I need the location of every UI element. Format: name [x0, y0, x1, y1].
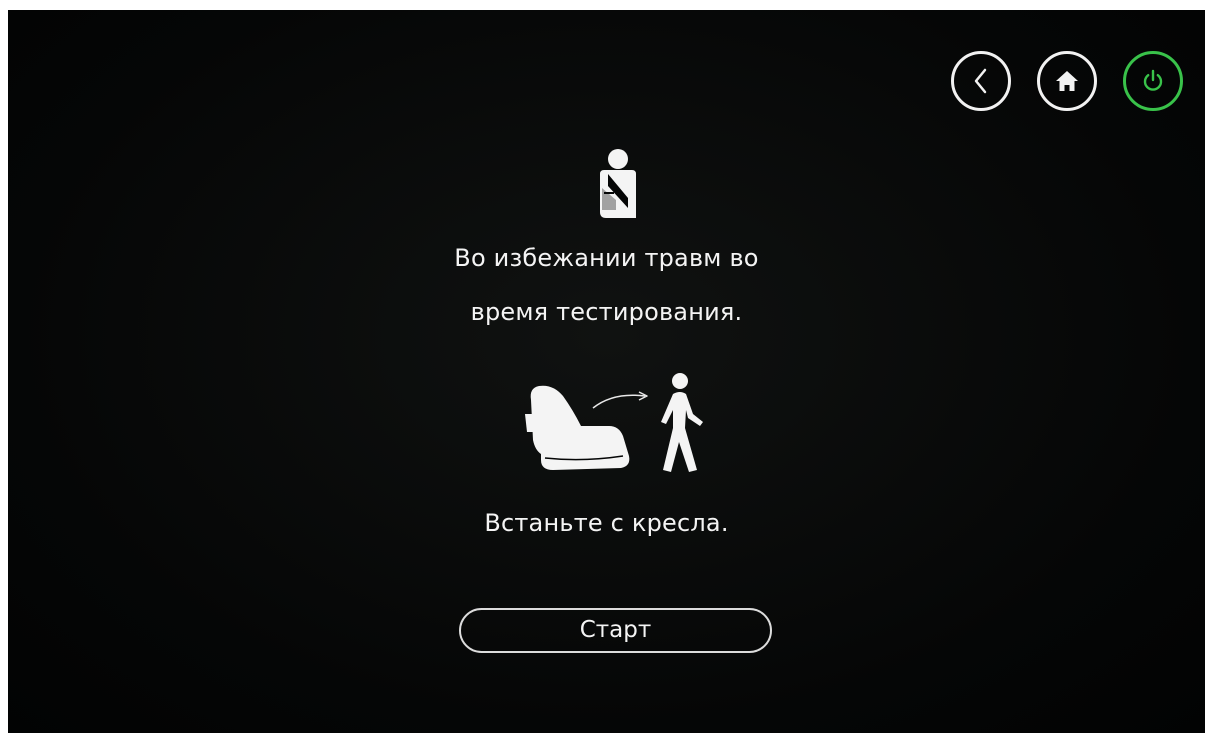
- injured-person-icon: [600, 149, 636, 218]
- start-button[interactable]: Старт: [459, 608, 772, 653]
- warning-text-line-2: время тестирования.: [470, 298, 743, 326]
- leave-chair-icon: [525, 373, 703, 472]
- warning-text-line-1: Во избежании травм во: [454, 244, 759, 272]
- instruction-text: Встаньте с кресла.: [484, 509, 729, 537]
- device-screen: Во избежании травм во время тестирования…: [8, 10, 1205, 733]
- main-content: Во избежании травм во время тестирования…: [8, 10, 1205, 733]
